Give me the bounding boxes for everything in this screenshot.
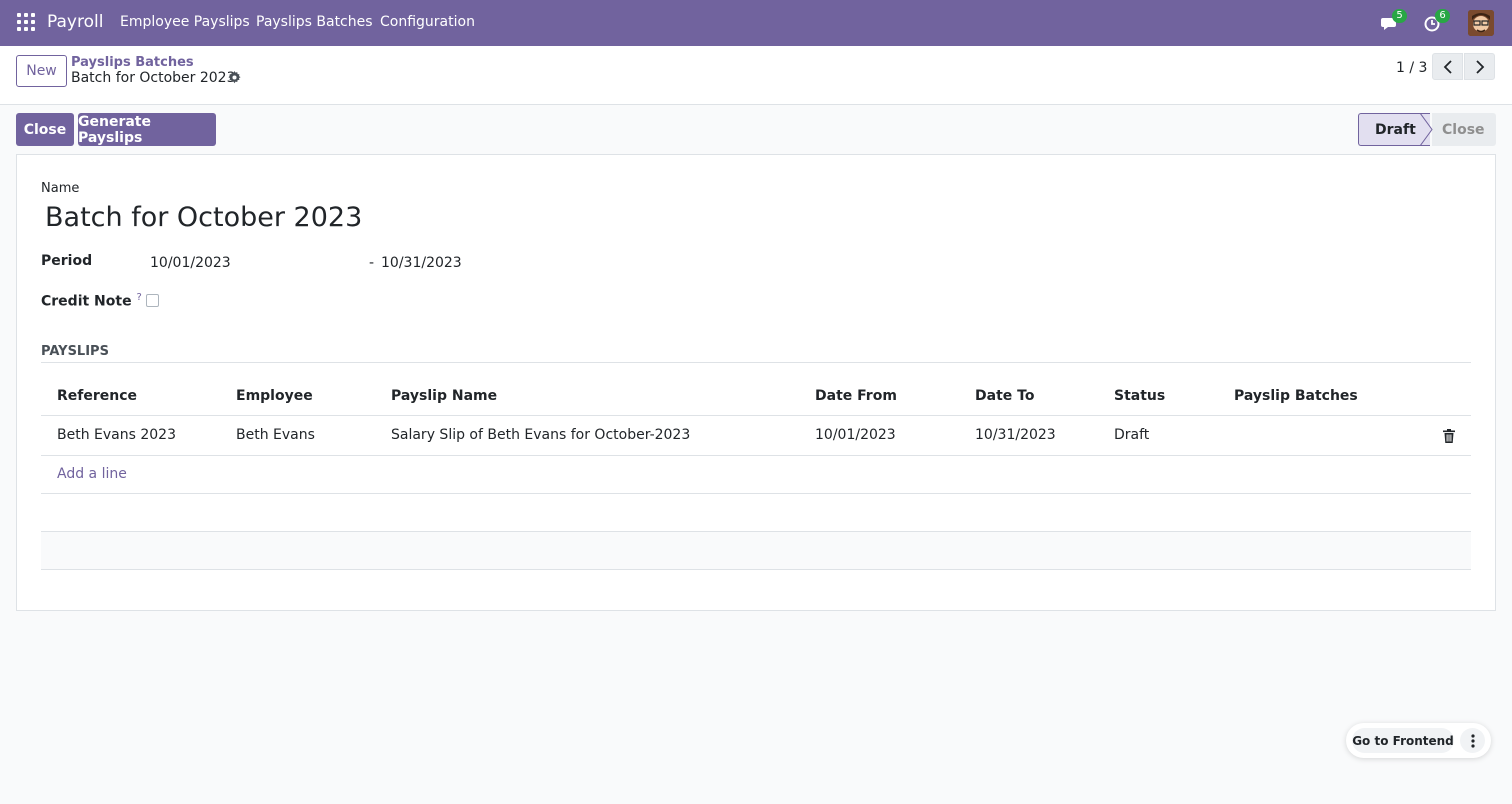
pager-previous-button[interactable] (1432, 53, 1463, 80)
payslips-section-title: PAYSLIPS (41, 344, 109, 359)
column-header-payslip-name[interactable]: Payslip Name (391, 388, 497, 404)
stage-close[interactable]: Close (1432, 113, 1496, 146)
messages-badge: 5 (1392, 9, 1407, 23)
row-divider (41, 455, 1471, 456)
generate-payslips-button[interactable]: Generate Payslips (78, 113, 216, 146)
cell-date-to[interactable]: 10/31/2023 (975, 427, 1056, 443)
new-button[interactable]: New (16, 55, 67, 87)
activities-button[interactable]: 6 (1424, 9, 1450, 34)
period-from-input[interactable]: 10/01/2023 (150, 255, 231, 271)
cell-reference[interactable]: Beth Evans 2023 (57, 427, 176, 443)
pager-next-button[interactable] (1464, 53, 1495, 80)
go-to-frontend-button[interactable]: Go to Frontend (1352, 728, 1454, 753)
column-header-status[interactable]: Status (1114, 388, 1165, 404)
messages-button[interactable]: 5 (1381, 9, 1407, 34)
menu-payslips-batches[interactable]: Payslips Batches (256, 14, 373, 30)
kebab-menu-icon[interactable] (1460, 728, 1485, 753)
cell-payslip-name[interactable]: Salary Slip of Beth Evans for October-20… (391, 427, 690, 443)
activities-badge: 6 (1435, 9, 1450, 23)
user-avatar[interactable] (1468, 10, 1494, 36)
column-header-employee[interactable]: Employee (236, 388, 313, 404)
credit-note-label: Credit Note ? (41, 292, 142, 310)
control-panel: New Payslips Batches Batch for October 2… (0, 46, 1512, 105)
cell-status[interactable]: Draft (1114, 427, 1149, 443)
menu-configuration[interactable]: Configuration (380, 14, 475, 30)
top-navbar: Payroll Employee Payslips Payslips Batch… (0, 0, 1512, 46)
credit-note-checkbox[interactable] (146, 294, 159, 307)
column-header-payslip-batches[interactable]: Payslip Batches (1234, 388, 1358, 404)
name-label: Name (41, 181, 80, 196)
stage-arrow-icon (1420, 113, 1433, 146)
breadcrumb-parent[interactable]: Payslips Batches (71, 55, 194, 70)
name-input[interactable]: Batch for October 2023 (45, 202, 362, 233)
chevron-right-icon (1475, 59, 1484, 74)
table-header-divider (41, 415, 1471, 416)
column-header-date-to[interactable]: Date To (975, 388, 1034, 404)
row-divider (41, 569, 1471, 570)
breadcrumb-current: Batch for October 2023 (71, 70, 236, 86)
cell-employee[interactable]: Beth Evans (236, 427, 315, 443)
menu-employee-payslips[interactable]: Employee Payslips (120, 14, 250, 30)
pager-value[interactable]: 1 / 3 (1396, 60, 1427, 76)
period-label: Period (41, 253, 93, 269)
close-button[interactable]: Close (16, 113, 74, 146)
chevron-left-icon (1443, 59, 1452, 74)
credit-note-label-text: Credit Note (41, 293, 132, 310)
empty-table-row (41, 532, 1471, 570)
section-divider (41, 362, 1471, 363)
column-header-reference[interactable]: Reference (57, 388, 137, 404)
row-divider (41, 493, 1471, 494)
apps-menu-icon[interactable] (17, 13, 35, 31)
frontend-widget: Go to Frontend (1346, 723, 1491, 758)
column-header-date-from[interactable]: Date From (815, 388, 897, 404)
cell-date-from[interactable]: 10/01/2023 (815, 427, 896, 443)
period-separator: - (369, 255, 375, 271)
app-brand[interactable]: Payroll (47, 12, 103, 32)
period-to-input[interactable]: 10/31/2023 (381, 255, 462, 271)
help-tooltip-icon[interactable]: ? (136, 292, 141, 303)
trash-icon[interactable] (1443, 429, 1455, 443)
add-a-line-link[interactable]: Add a line (57, 466, 127, 482)
row-divider (41, 531, 1471, 532)
gear-icon[interactable] (228, 71, 241, 84)
